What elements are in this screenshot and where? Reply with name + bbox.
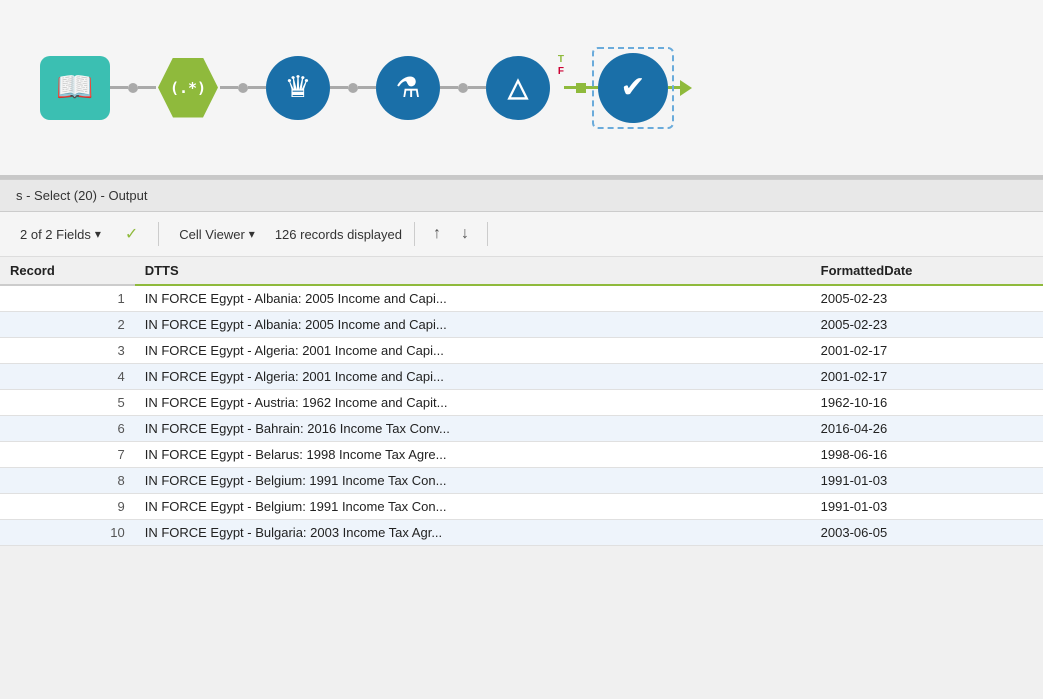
records-displayed-label: 126 records displayed — [275, 227, 402, 242]
cell-dtts: IN FORCE Egypt - Bulgaria: 2003 Income T… — [135, 520, 811, 546]
table-row: 3IN FORCE Egypt - Algeria: 2001 Income a… — [0, 338, 1043, 364]
table-row: 2IN FORCE Egypt - Albania: 2005 Income a… — [0, 312, 1043, 338]
cell-record: 9 — [0, 494, 135, 520]
cell-record: 8 — [0, 468, 135, 494]
output-header-title: s - Select (20) - Output — [16, 188, 148, 203]
cell-formatted-date: 1998-06-16 — [811, 442, 1043, 468]
cell-dtts: IN FORCE Egypt - Austria: 1962 Income an… — [135, 390, 811, 416]
cell-formatted-date: 2003-06-05 — [811, 520, 1043, 546]
cell-dtts: IN FORCE Egypt - Algeria: 2001 Income an… — [135, 338, 811, 364]
col-header-dtts: DTTS — [135, 257, 811, 285]
sort-desc-button[interactable]: ↓ — [455, 223, 475, 245]
node-output[interactable]: ✔ — [598, 53, 668, 123]
toolbar: 2 of 2 Fields ▾ ✓ Cell Viewer ▾ 126 reco… — [0, 212, 1043, 257]
connector-4 — [440, 83, 486, 93]
cell-formatted-date: 1991-01-03 — [811, 468, 1043, 494]
workflow-nodes: 📖 (.*) ♛ — [40, 53, 692, 123]
table-row: 6IN FORCE Egypt - Bahrain: 2016 Income T… — [0, 416, 1043, 442]
regex-icon: (.*) — [170, 79, 206, 97]
check-fields-icon: ✓ — [125, 224, 138, 244]
toolbar-divider-3 — [487, 222, 488, 246]
output-header: s - Select (20) - Output — [0, 179, 1043, 212]
table-row: 9IN FORCE Egypt - Belgium: 1991 Income T… — [0, 494, 1043, 520]
connector-2 — [220, 83, 266, 93]
node-flask[interactable]: ⚗ — [376, 56, 440, 120]
cell-dtts: IN FORCE Egypt - Belgium: 1991 Income Ta… — [135, 494, 811, 520]
cell-dtts: IN FORCE Egypt - Algeria: 2001 Income an… — [135, 364, 811, 390]
table-row: 5IN FORCE Egypt - Austria: 1962 Income a… — [0, 390, 1043, 416]
filter-icon: △ — [486, 56, 550, 120]
cell-viewer-label: Cell Viewer — [179, 227, 245, 242]
cell-record: 4 — [0, 364, 135, 390]
cell-record: 10 — [0, 520, 135, 546]
fields-button[interactable]: 2 of 2 Fields ▾ — [12, 223, 109, 246]
toolbar-divider-1 — [158, 222, 159, 246]
cell-record: 1 — [0, 285, 135, 312]
sort-asc-button[interactable]: ↑ — [427, 223, 447, 245]
cell-dtts: IN FORCE Egypt - Belarus: 1998 Income Ta… — [135, 442, 811, 468]
table-row: 10IN FORCE Egypt - Bulgaria: 2003 Income… — [0, 520, 1043, 546]
cell-record: 6 — [0, 416, 135, 442]
fields-label: 2 of 2 Fields — [20, 227, 91, 242]
node-book[interactable]: 📖 — [40, 56, 110, 120]
cell-record: 5 — [0, 390, 135, 416]
cell-viewer-button[interactable]: Cell Viewer ▾ — [171, 223, 263, 246]
cell-record: 7 — [0, 442, 135, 468]
tf-labels: T F — [558, 54, 564, 78]
table-row: 7IN FORCE Egypt - Belarus: 1998 Income T… — [0, 442, 1043, 468]
connector-3 — [330, 83, 376, 93]
cell-formatted-date: 2016-04-26 — [811, 416, 1043, 442]
toolbar-divider-2 — [414, 222, 415, 246]
cell-dtts: IN FORCE Egypt - Belgium: 1991 Income Ta… — [135, 468, 811, 494]
flask-icon: ⚗ — [376, 56, 440, 120]
cell-record: 2 — [0, 312, 135, 338]
table-body: 1IN FORCE Egypt - Albania: 2005 Income a… — [0, 285, 1043, 546]
check-fields-button[interactable]: ✓ — [117, 220, 146, 248]
col-header-record: Record — [0, 257, 135, 285]
cell-dtts: IN FORCE Egypt - Bahrain: 2016 Income Ta… — [135, 416, 811, 442]
table-row: 8IN FORCE Egypt - Belgium: 1991 Income T… — [0, 468, 1043, 494]
table-row: 4IN FORCE Egypt - Algeria: 2001 Income a… — [0, 364, 1043, 390]
table-row: 1IN FORCE Egypt - Albania: 2005 Income a… — [0, 285, 1043, 312]
book-icon: 📖 — [40, 56, 110, 120]
cell-formatted-date: 1991-01-03 — [811, 494, 1043, 520]
cell-formatted-date: 2005-02-23 — [811, 285, 1043, 312]
cell-viewer-chevron-icon: ▾ — [249, 227, 255, 241]
cell-formatted-date: 1962-10-16 — [811, 390, 1043, 416]
cell-dtts: IN FORCE Egypt - Albania: 2005 Income an… — [135, 285, 811, 312]
cell-formatted-date: 2001-02-17 — [811, 364, 1043, 390]
node-filter[interactable]: △ T F — [486, 56, 550, 120]
connector-1 — [110, 83, 156, 93]
cell-formatted-date: 2001-02-17 — [811, 338, 1043, 364]
workflow-canvas: 📖 (.*) ♛ — [0, 0, 1043, 175]
data-table: Record DTTS FormattedDate 1IN FORCE Egyp… — [0, 257, 1043, 546]
data-table-container: Record DTTS FormattedDate 1IN FORCE Egyp… — [0, 257, 1043, 546]
cell-formatted-date: 2005-02-23 — [811, 312, 1043, 338]
col-header-formatted-date: FormattedDate — [811, 257, 1043, 285]
cell-record: 3 — [0, 338, 135, 364]
crown-icon: ♛ — [266, 56, 330, 120]
node-crown[interactable]: ♛ — [266, 56, 330, 120]
fields-chevron-icon: ▾ — [95, 227, 101, 241]
table-header: Record DTTS FormattedDate — [0, 257, 1043, 285]
node-regex[interactable]: (.*) — [156, 56, 220, 120]
cell-dtts: IN FORCE Egypt - Albania: 2005 Income an… — [135, 312, 811, 338]
